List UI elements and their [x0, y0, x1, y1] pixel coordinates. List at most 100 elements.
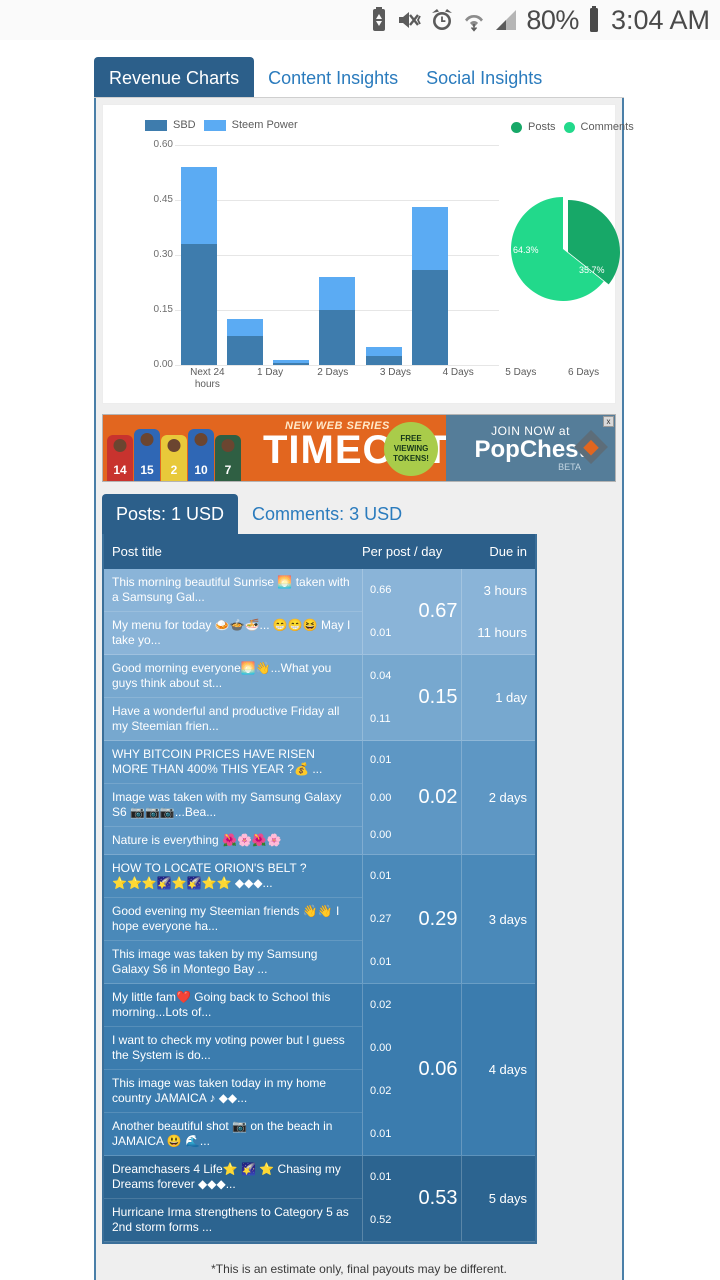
- ad-right-panel: JOIN NOW at PopChest BETA: [446, 415, 615, 481]
- list-item[interactable]: Have a wonderful and productive Friday a…: [104, 698, 362, 740]
- x-axis-tick: 6 Days: [568, 367, 600, 378]
- bar-column: [227, 145, 264, 365]
- post-title: HOW TO LOCATE ORION'S BELT ? ⭐⭐⭐🌠⭐🌠⭐⭐ ◆◆…: [112, 861, 307, 890]
- x-axis-tick: 1 Day: [256, 367, 284, 378]
- revenue-panel: Revenue Charts Content Insights Social I…: [94, 50, 634, 1280]
- ad-person: 2: [161, 435, 187, 481]
- list-item[interactable]: Another beautiful shot 📷 on the beach in…: [104, 1113, 362, 1155]
- group-total: 0.06: [418, 1058, 458, 1080]
- per-post-value: 0.52: [370, 1213, 392, 1226]
- per-post-value: 0.01: [370, 1127, 392, 1140]
- ad-free-tokens-badge: FREE VIEWING TOKENS!: [384, 422, 439, 476]
- post-title: Dreamchasers 4 Life⭐ 🌠 ⭐ Chasing my Drea…: [112, 1162, 341, 1191]
- posts-dot: [511, 121, 522, 133]
- col-header-post-title: Post title: [112, 544, 162, 559]
- list-item[interactable]: WHY BITCOIN PRICES HAVE RISEN MORE THAN …: [104, 741, 362, 784]
- ad-brand: PopChest: [474, 436, 587, 463]
- ad-banner[interactable]: 14 15 2 10 7 NEW WEB SERIES TIMEOUT FREE VIE…: [102, 414, 616, 482]
- table-row[interactable]: This morning beautiful Sunrise 🌅 taken w…: [104, 569, 535, 655]
- due-in-cell: 4 days: [462, 984, 535, 1155]
- bar-segment-sbd: [227, 335, 264, 365]
- earnings-tabs: Posts: 1 USD Comments: 3 USD: [102, 494, 616, 534]
- table-row[interactable]: Dreamchasers 4 Life⭐ 🌠 ⭐ Chasing my Drea…: [104, 1156, 535, 1242]
- due-in-value: 2 days: [488, 790, 527, 805]
- tab-content-insights[interactable]: Content Insights: [254, 58, 412, 97]
- col-header-per-post-day: Per post / day: [362, 544, 443, 559]
- list-item[interactable]: Nature is everything 🌺🌸🌺🌸: [104, 827, 362, 854]
- table-row[interactable]: My little fam❤️ Going back to School thi…: [104, 984, 535, 1156]
- ad-person: 10: [188, 429, 214, 481]
- group-total: 0.67: [418, 600, 458, 622]
- legend-label-steem-power: Steem Power: [231, 119, 298, 131]
- table-row[interactable]: Good morning everyone🌅👋...What you guys …: [104, 655, 535, 741]
- pie-chart-legend: Posts Comments: [511, 121, 634, 133]
- per-post-values: 0.01 0.52: [363, 1156, 415, 1241]
- table-row[interactable]: WHY BITCOIN PRICES HAVE RISEN MORE THAN …: [104, 741, 535, 855]
- per-post-value: 0.01: [370, 626, 392, 639]
- list-item[interactable]: My little fam❤️ Going back to School thi…: [104, 984, 362, 1027]
- post-title: Another beautiful shot 📷 on the beach in…: [112, 1119, 333, 1148]
- post-title: This image was taken by my Samsung Galax…: [112, 947, 318, 976]
- bar-column: [273, 145, 310, 365]
- x-axis-tick: 4 Days: [442, 367, 474, 378]
- list-item[interactable]: This morning beautiful Sunrise 🌅 taken w…: [104, 569, 362, 612]
- table-body: This morning beautiful Sunrise 🌅 taken w…: [104, 569, 535, 1242]
- battery-saver-icon: [369, 7, 389, 33]
- due-in-value: 4 days: [488, 1062, 527, 1077]
- tab-posts-usd[interactable]: Posts: 1 USD: [102, 494, 239, 534]
- per-post-value: 0.01: [370, 870, 392, 883]
- per-post-value: 0.27: [370, 913, 392, 925]
- list-item[interactable]: Hurricane Irma strengthens to Category 5…: [104, 1199, 362, 1241]
- bar-segment-steem-power: [319, 277, 356, 310]
- list-item[interactable]: My menu for today 🍛🍲🍜... 😁😁😆 May I take …: [104, 612, 362, 654]
- bar-segment-steem-power: [411, 207, 448, 270]
- post-title: I want to check my voting power but I gu…: [112, 1033, 345, 1062]
- per-post-value: 0.02: [370, 999, 392, 1012]
- ad-badge-line-2: VIEWING: [393, 444, 429, 453]
- x-axis-tick: 3 Days: [379, 367, 412, 378]
- ad-close-icon[interactable]: x: [603, 416, 614, 427]
- post-title: My little fam❤️ Going back to School thi…: [112, 990, 331, 1019]
- list-item[interactable]: I want to check my voting power but I gu…: [104, 1027, 362, 1070]
- post-titles-cell: Good morning everyone🌅👋...What you guys …: [104, 655, 362, 740]
- legend-item-steem-power: Steem Power: [203, 119, 298, 131]
- list-item[interactable]: Image was taken with my Samsung Galaxy S…: [104, 784, 362, 827]
- ad-person: 15: [134, 429, 160, 481]
- tab-comments-usd[interactable]: Comments: 3 USD: [238, 494, 416, 534]
- per-post-cell: 0.01 0.52 0.53: [362, 1156, 462, 1241]
- list-item[interactable]: Dreamchasers 4 Life⭐ 🌠 ⭐ Chasing my Drea…: [104, 1156, 362, 1199]
- per-post-value: 0.04: [370, 670, 392, 683]
- list-item[interactable]: Good morning everyone🌅👋...What you guys …: [104, 655, 362, 698]
- legend-label-sbd: SBD: [173, 119, 196, 131]
- post-title: Hurricane Irma strengthens to Category 5…: [112, 1205, 349, 1234]
- y-axis-tick: 0.15: [153, 304, 173, 315]
- group-total: 0.53: [418, 1187, 458, 1209]
- alarm-icon: [429, 7, 455, 33]
- tab-revenue-charts[interactable]: Revenue Charts: [94, 57, 255, 97]
- charts-panel: SBD Steem Power Posts Comments 0.00 0.15…: [102, 104, 634, 404]
- bar-segment-steem-power: [365, 346, 402, 356]
- bar-segment-sbd: [319, 310, 356, 365]
- list-item[interactable]: HOW TO LOCATE ORION'S BELT ? ⭐⭐⭐🌠⭐🌠⭐⭐ ◆◆…: [104, 855, 362, 898]
- battery-percent: 80%: [526, 4, 579, 35]
- tab-social-insights[interactable]: Social Insights: [412, 58, 556, 97]
- y-axis-tick: 0.45: [153, 194, 173, 205]
- per-post-value: 0.01: [370, 753, 392, 766]
- post-title: WHY BITCOIN PRICES HAVE RISEN MORE THAN …: [112, 747, 323, 776]
- wifi-icon: [462, 7, 486, 33]
- bar-column: [319, 145, 356, 365]
- list-item[interactable]: This image was taken by my Samsung Galax…: [104, 941, 362, 983]
- table-row[interactable]: HOW TO LOCATE ORION'S BELT ? ⭐⭐⭐🌠⭐🌠⭐⭐ ◆◆…: [104, 855, 535, 984]
- due-in-cell: 3 hours 11 hours: [462, 569, 535, 654]
- col-header-due-in: Due in: [489, 544, 527, 559]
- per-post-cell: 0.66 0.01 0.67: [362, 569, 462, 654]
- status-bar: 80% 3:04 AM: [0, 0, 720, 40]
- legend-label-comments: Comments: [580, 121, 634, 133]
- bar-column: [181, 145, 218, 365]
- list-item[interactable]: This image was taken today in my home co…: [104, 1070, 362, 1113]
- per-post-values: 0.01 0.00 0.00: [363, 741, 415, 854]
- post-title: This image was taken today in my home co…: [112, 1076, 327, 1105]
- legend-item-sbd: SBD: [145, 119, 196, 131]
- bar-segment-steem-power: [227, 319, 264, 336]
- list-item[interactable]: Good evening my Steemian friends 👋👋 I ho…: [104, 898, 362, 941]
